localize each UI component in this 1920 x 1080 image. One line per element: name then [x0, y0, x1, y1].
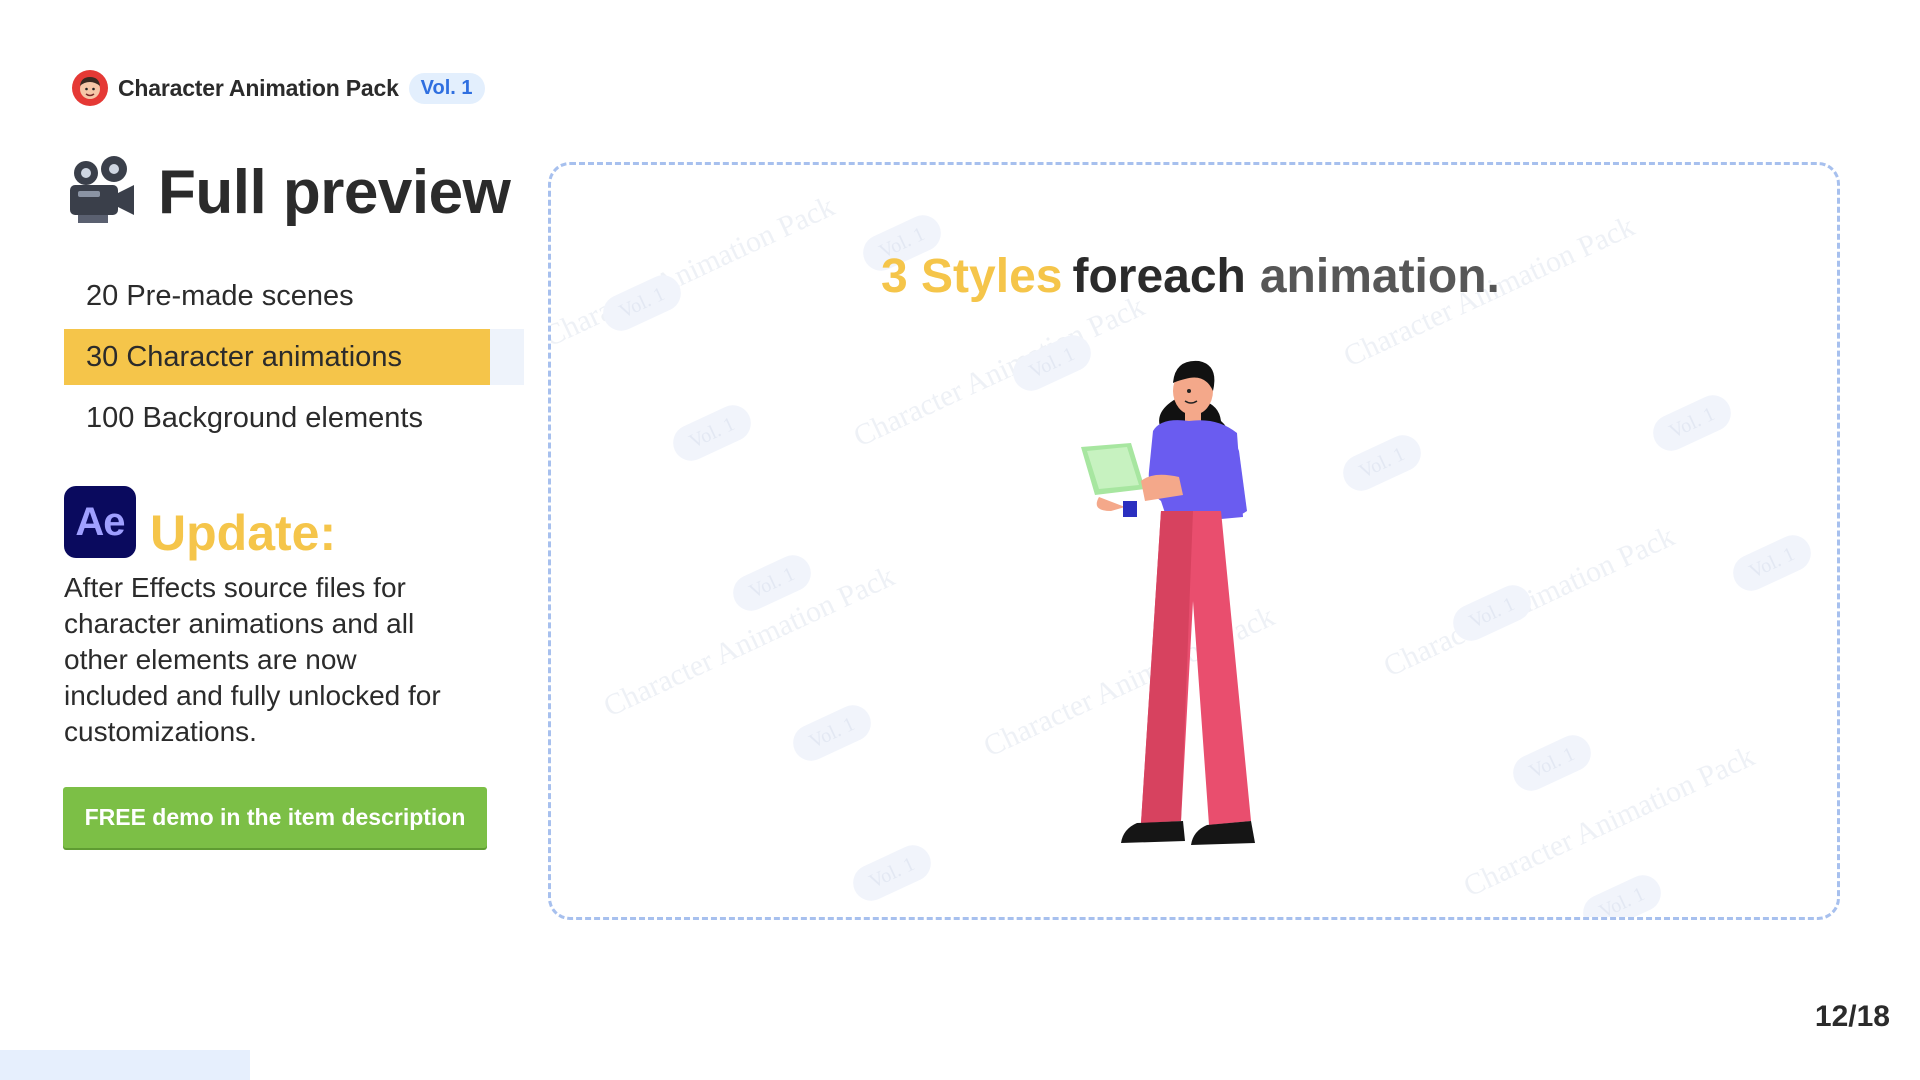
feature-item-scenes[interactable]: 20 Pre-made scenes — [64, 268, 490, 324]
watermark-badge: Vol. 1 — [667, 399, 757, 467]
slide-progress-bar — [0, 1050, 1920, 1080]
feature-item-label: 20 Pre-made scenes — [86, 279, 354, 312]
watermark-badge: Vol. 1 — [847, 839, 937, 907]
feature-item-background-elements[interactable]: 100 Background elements — [64, 390, 490, 446]
update-header: Ae Update: — [64, 482, 336, 562]
character-face-icon — [72, 70, 108, 106]
watermark-badge: Vol. 1 — [1507, 729, 1597, 797]
preview-frame: Character Animation Pack Character Anima… — [548, 162, 1840, 920]
watermark-badge: Vol. 1 — [787, 699, 877, 767]
watermark-badge: Vol. 1 — [1577, 869, 1667, 917]
watermark-badge: Vol. 1 — [1727, 529, 1817, 597]
free-demo-button[interactable]: FREE demo in the item description — [63, 787, 487, 848]
slide-progress-fill — [0, 1050, 250, 1080]
page-counter: 12/18 — [1814, 1000, 1890, 1033]
feature-item-label: 100 Background elements — [86, 401, 423, 434]
feature-item-character-animations[interactable]: 30 Character animations — [64, 329, 524, 385]
caption-main: foreach — [1072, 250, 1246, 303]
after-effects-icon: Ae — [64, 486, 136, 558]
update-description: After Effects source files for character… — [64, 572, 441, 747]
update-title: Update: — [150, 505, 337, 561]
feature-list: 20 Pre-made scenes 30 Character animatio… — [64, 268, 524, 451]
section-heading: Full preview — [64, 155, 511, 229]
watermark-badge: Vol. 1 — [1337, 429, 1427, 497]
watermark-text: Character Animation Pack — [548, 189, 840, 354]
preview-caption: 3 Styles foreach animation. — [881, 249, 1500, 304]
watermark-badge: Vol. 1 — [1647, 389, 1737, 457]
movie-camera-icon — [70, 156, 134, 223]
feature-item-label: 30 Character animations — [86, 340, 402, 373]
character-figure — [1081, 360, 1255, 845]
brand-title: Character Animation Pack — [118, 74, 399, 101]
caption-highlight: 3 Styles — [881, 250, 1063, 303]
page-title: Full preview — [158, 157, 511, 227]
caption-tail: animation. — [1259, 250, 1500, 303]
brand-header: Character Animation Pack Vol. 1 — [72, 70, 485, 106]
version-badge: Vol. 1 — [408, 72, 485, 104]
watermark-text: Character Animation Pack — [1458, 739, 1760, 904]
